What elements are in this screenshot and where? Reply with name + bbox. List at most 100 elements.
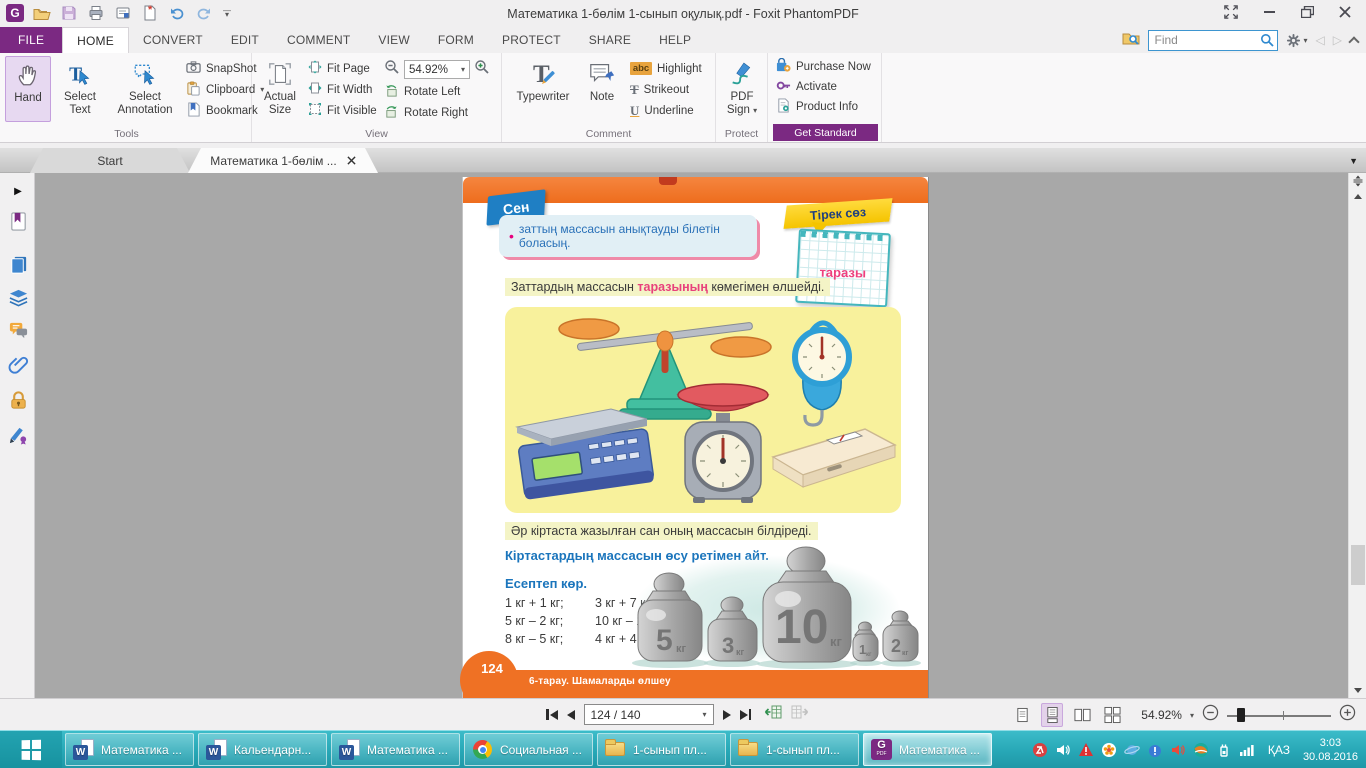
- underline-button[interactable]: U Underline: [630, 100, 702, 121]
- rotate-right-button[interactable]: Rotate Right: [384, 102, 468, 123]
- typewriter-button[interactable]: T Typewriter: [508, 56, 578, 122]
- zoom-slider-thumb[interactable]: [1237, 708, 1245, 722]
- taskbar-button-word-2[interactable]: W Кальендарн...: [198, 733, 327, 766]
- customize-toolbar-icon[interactable]: —▾: [221, 3, 233, 23]
- close-tab-icon[interactable]: [347, 154, 356, 168]
- rotate-left-button[interactable]: Rotate Left: [384, 81, 468, 102]
- doc-tab-active[interactable]: Математика 1-бөлім ...: [188, 148, 378, 173]
- find-options-button[interactable]: ▾: [1286, 33, 1308, 48]
- previous-page-button[interactable]: [567, 710, 575, 720]
- bookmarks-panel-icon[interactable]: [6, 209, 30, 233]
- network-signal-tray-icon[interactable]: [1239, 742, 1255, 758]
- save-icon[interactable]: [59, 3, 79, 23]
- taskbar-button-word-1[interactable]: W Математика ...: [65, 733, 194, 766]
- email-icon[interactable]: [113, 3, 133, 23]
- audio-tray-icon[interactable]: [1170, 742, 1186, 758]
- get-standard-button[interactable]: Get Standard: [773, 124, 878, 141]
- find-input[interactable]: [1148, 30, 1278, 51]
- note-button[interactable]: Note: [580, 56, 624, 122]
- find-next-button[interactable]: ▷: [1333, 33, 1342, 47]
- doc-tab-start[interactable]: Start: [30, 148, 190, 173]
- continuous-view-button[interactable]: [1041, 703, 1063, 727]
- scroll-down-button[interactable]: [1349, 682, 1366, 698]
- zoom-in-icon[interactable]: [474, 59, 490, 80]
- zoom-out-icon[interactable]: [384, 59, 400, 80]
- taskbar-button-foxit-active[interactable]: GPDF Математика ...: [863, 733, 992, 766]
- page-number-combobox[interactable]: 124 / 140 ▾: [584, 704, 714, 725]
- activate-button[interactable]: Activate: [776, 77, 871, 97]
- scrollbar-thumb[interactable]: [1351, 545, 1365, 585]
- select-annotation-button[interactable]: Select Annotation: [108, 56, 182, 122]
- clock[interactable]: 3:03 30.08.2016: [1303, 736, 1358, 764]
- minimize-button[interactable]: [1258, 3, 1280, 21]
- tab-convert[interactable]: CONVERT: [129, 27, 217, 53]
- planet-tray-icon[interactable]: [1124, 742, 1140, 758]
- agent-tray-icon[interactable]: [1101, 742, 1117, 758]
- attachments-panel-icon[interactable]: [6, 352, 30, 376]
- find-in-files-icon[interactable]: [1122, 30, 1140, 51]
- layers-panel-icon[interactable]: [6, 285, 30, 309]
- zoom-slider[interactable]: [1227, 707, 1331, 723]
- split-view-handle[interactable]: [1349, 173, 1366, 189]
- zoom-level-combobox[interactable]: 54.92% ▾: [404, 60, 470, 79]
- strikeout-button[interactable]: T Strikeout: [630, 79, 702, 100]
- vertical-scrollbar[interactable]: [1348, 173, 1366, 698]
- restore-button[interactable]: [1296, 3, 1318, 21]
- taskbar-button-word-3[interactable]: W Математика ...: [331, 733, 460, 766]
- tab-share[interactable]: SHARE: [575, 27, 645, 53]
- single-page-view-button[interactable]: [1011, 703, 1033, 727]
- print-icon[interactable]: [86, 3, 106, 23]
- tab-comment[interactable]: COMMENT: [273, 27, 364, 53]
- start-button[interactable]: [0, 731, 62, 768]
- highlight-button[interactable]: abc Highlight: [630, 58, 702, 79]
- fit-page-button[interactable]: Fit Page: [308, 58, 377, 79]
- actual-size-button[interactable]: Actual Size: [256, 56, 304, 122]
- select-text-button[interactable]: T Select Text: [54, 56, 106, 122]
- taskbar-button-folder-2[interactable]: 1-сынып пл...: [730, 733, 859, 766]
- hand-tool-button[interactable]: Hand: [5, 56, 51, 122]
- tab-file[interactable]: FILE: [0, 27, 62, 53]
- previous-view-button[interactable]: [764, 704, 782, 725]
- next-page-button[interactable]: [723, 710, 731, 720]
- open-file-icon[interactable]: [32, 3, 52, 23]
- zoom-in-button[interactable]: [1339, 704, 1356, 726]
- document-canvas[interactable]: Сен • заттың массасын анықтауды білетін …: [35, 173, 1348, 698]
- zoom-dropdown-caret-icon[interactable]: ▾: [1190, 711, 1194, 720]
- first-page-button[interactable]: [546, 709, 558, 720]
- taskbar-button-chrome[interactable]: Социальная ...: [464, 733, 593, 766]
- tab-home[interactable]: HOME: [62, 27, 129, 53]
- collapse-ribbon-icon[interactable]: [1348, 36, 1359, 47]
- undo-icon[interactable]: [167, 3, 187, 23]
- redo-icon[interactable]: [194, 3, 214, 23]
- digital-signatures-panel-icon[interactable]: [6, 422, 30, 446]
- close-button[interactable]: [1334, 3, 1356, 21]
- security-panel-icon[interactable]: [6, 388, 30, 412]
- antivirus-tray-icon[interactable]: [1032, 742, 1048, 758]
- tab-list-dropdown-icon[interactable]: ▼: [1349, 156, 1358, 166]
- connection-tray-icon[interactable]: [1193, 742, 1209, 758]
- power-tray-icon[interactable]: [1216, 742, 1232, 758]
- volume-tray-icon[interactable]: [1055, 742, 1071, 758]
- facing-view-button[interactable]: [1071, 703, 1093, 727]
- fit-visible-button[interactable]: Fit Visible: [308, 100, 377, 121]
- tab-edit[interactable]: EDIT: [217, 27, 273, 53]
- new-document-icon[interactable]: *: [140, 3, 160, 23]
- tab-form[interactable]: FORM: [424, 27, 488, 53]
- taskbar-button-folder-1[interactable]: 1-сынып пл...: [597, 733, 726, 766]
- tab-protect[interactable]: PROTECT: [488, 27, 575, 53]
- tab-help[interactable]: HELP: [645, 27, 705, 53]
- product-info-button[interactable]: Product Info: [776, 97, 871, 117]
- last-page-button[interactable]: [740, 709, 752, 720]
- full-screen-button[interactable]: [1220, 3, 1242, 21]
- find-previous-button[interactable]: ◁: [1316, 33, 1325, 47]
- scroll-up-button[interactable]: [1349, 188, 1366, 204]
- search-icon[interactable]: [1260, 33, 1274, 52]
- expand-panel-icon[interactable]: ▶: [6, 179, 30, 203]
- app-logo-icon[interactable]: G: [5, 3, 25, 23]
- language-indicator[interactable]: ҚАЗ: [1268, 743, 1290, 757]
- comments-panel-icon[interactable]: [6, 318, 30, 342]
- continuous-facing-view-button[interactable]: [1101, 703, 1123, 727]
- pdf-sign-button[interactable]: PDF Sign ▾: [719, 56, 765, 122]
- purchase-now-button[interactable]: Purchase Now: [776, 57, 871, 77]
- alert-tray-icon[interactable]: [1078, 742, 1094, 758]
